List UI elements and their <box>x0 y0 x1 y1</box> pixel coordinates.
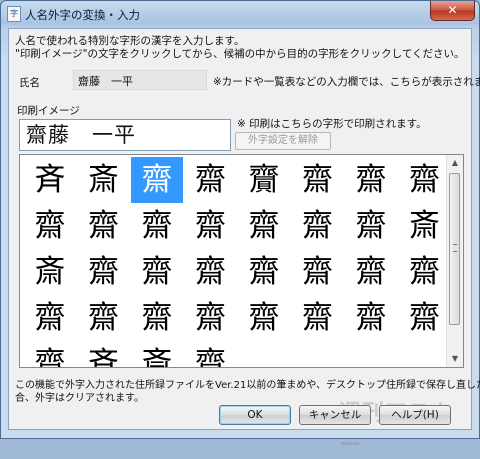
candidate-glyph[interactable]: 斎 <box>399 203 451 249</box>
candidate-glyph[interactable]: 齋 <box>131 157 183 203</box>
scroll-down-icon[interactable]: ▼ <box>447 351 463 367</box>
candidate-glyph[interactable]: 齋 <box>345 203 397 249</box>
candidate-glyph[interactable]: 齋 <box>345 249 397 295</box>
candidate-glyph[interactable]: 齋 <box>399 295 451 341</box>
cancel-button[interactable]: キャンセル <box>299 405 371 425</box>
grip-icon <box>453 244 457 252</box>
candidate-glyph[interactable]: 斉 <box>24 157 76 203</box>
candidate-glyph[interactable]: 齋 <box>78 249 130 295</box>
title-bar[interactable]: 字 人名外字の変換・入力 ✕ <box>1 1 479 28</box>
candidate-glyph[interactable]: 斉 <box>78 341 130 367</box>
close-button[interactable]: ✕ <box>430 1 475 21</box>
candidate-glyph[interactable]: 齋 <box>292 157 344 203</box>
scrollbar-thumb[interactable] <box>449 173 460 325</box>
candidate-glyph[interactable]: 齋 <box>345 295 397 341</box>
scroll-up-icon[interactable]: ▲ <box>447 155 463 171</box>
name-field: 齋藤 一平 <box>73 70 207 90</box>
document-icon: 字 <box>7 6 21 22</box>
candidate-glyph[interactable]: 斎 <box>131 341 183 367</box>
candidate-glyph[interactable]: 齋 <box>185 341 237 367</box>
candidate-glyph[interactable]: 齋 <box>292 249 344 295</box>
footer-line-2: 合、外字はクリアされます。 <box>15 393 144 404</box>
dialog-window: 字 人名外字の変換・入力 ✕ 人名で使われる特別な字形の漢字を入力します。 "印… <box>0 0 480 458</box>
candidate-glyph[interactable]: 齋 <box>345 157 397 203</box>
candidate-glyph[interactable]: 齋 <box>399 249 451 295</box>
candidate-glyph[interactable]: 齋 <box>399 157 451 203</box>
ok-button[interactable]: OK <box>219 405 291 425</box>
candidate-glyph[interactable]: 齋 <box>131 295 183 341</box>
candidate-glyph[interactable]: 齋 <box>131 203 183 249</box>
candidate-list: 斉斎齋齋齎齋齋齋齋齋齋齋齋齋齋斎斎齋齋齋齋齋齋齋齋齋齋齋齋齋齋齋齋斉斎齋 ▲ ▼ <box>19 154 464 368</box>
name-note: ※カードや一覧表などの入力欄では、こちらが表示されます <box>213 76 480 88</box>
candidate-glyph[interactable]: 齋 <box>78 203 130 249</box>
candidate-glyph[interactable]: 齋 <box>24 341 76 367</box>
instruction-line-2: "印刷イメージ"の文字をクリックしてから、候補の中から目的の字形をクリックしてく… <box>15 48 465 60</box>
candidate-glyph[interactable]: 齋 <box>292 295 344 341</box>
candidate-glyph[interactable]: 齋 <box>24 203 76 249</box>
candidate-glyph[interactable]: 齋 <box>185 295 237 341</box>
candidate-glyph[interactable]: 齋 <box>238 249 290 295</box>
candidate-glyph[interactable]: 齋 <box>238 203 290 249</box>
candidate-glyph[interactable]: 斎 <box>78 157 130 203</box>
clear-gaiji-button[interactable]: 外字設定を解除 <box>235 132 331 150</box>
print-image-field[interactable]: 齋藤 一平 <box>19 119 231 151</box>
vertical-scrollbar[interactable]: ▲ ▼ <box>446 155 463 367</box>
name-label: 氏名 <box>19 77 40 89</box>
dialog-body: 人名で使われる特別な字形の漢字を入力します。 "印刷イメージ"の文字をクリックし… <box>8 28 480 458</box>
candidate-glyph[interactable]: 齎 <box>238 157 290 203</box>
print-note: ※ 印刷はこちらの字形で印刷されます。 <box>237 118 427 130</box>
candidate-glyph[interactable]: 齋 <box>292 203 344 249</box>
candidate-glyph[interactable]: 齋 <box>185 203 237 249</box>
candidate-glyph[interactable]: 齋 <box>238 295 290 341</box>
candidate-glyph[interactable]: 齋 <box>78 295 130 341</box>
candidate-glyph[interactable]: 齋 <box>24 295 76 341</box>
print-image-label: 印刷イメージ <box>17 105 80 117</box>
candidate-glyph[interactable]: 齋 <box>131 249 183 295</box>
candidate-glyph[interactable]: 齋 <box>185 249 237 295</box>
candidate-glyph[interactable]: 齋 <box>185 157 237 203</box>
help-button[interactable]: ヘルプ(H) <box>379 405 451 425</box>
window-title: 人名外字の変換・入力 <box>25 8 140 22</box>
candidate-glyph[interactable]: 斎 <box>24 249 76 295</box>
